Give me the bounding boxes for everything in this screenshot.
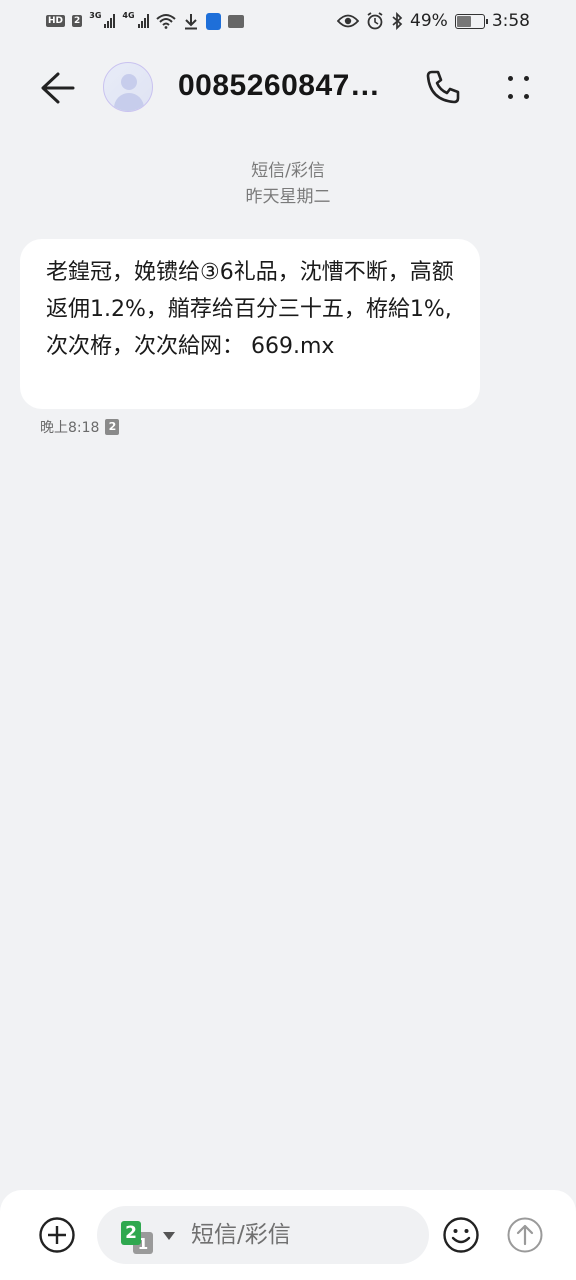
caret-down-icon (163, 1232, 175, 1240)
battery-percent: 49% (410, 11, 448, 31)
more-dot-icon (508, 76, 513, 81)
call-button[interactable] (424, 68, 462, 106)
smiley-icon (443, 1217, 479, 1253)
wifi-icon (155, 14, 176, 29)
hms-icon (227, 14, 244, 28)
avatar-body-shape (114, 93, 144, 111)
more-dot-icon (508, 94, 513, 99)
eye-icon (337, 14, 360, 28)
bulb-notification-icon (205, 12, 221, 30)
back-arrow-icon (41, 72, 75, 104)
more-options-button[interactable] (502, 70, 536, 106)
sim-indicator-icon: 2 (105, 419, 120, 435)
network-type-1: 3G (89, 10, 102, 20)
add-attachment-button[interactable] (38, 1216, 76, 1254)
emoji-button[interactable] (442, 1216, 480, 1254)
message-body: 老鍠冠，娩镄给③6礼品，沈慒不断，高额返佣1.2%，艏荐给百分三十五，栫給1%,… (46, 260, 454, 359)
message-meta: 晚上8:18 2 (40, 417, 120, 437)
bluetooth-icon (392, 12, 403, 30)
alarm-icon (367, 12, 383, 30)
thread-date-label: 昨天星期二 (245, 187, 331, 207)
sim-primary-icon: 2 (121, 1221, 141, 1245)
clock: 3:58 (491, 11, 530, 31)
battery-icon (454, 13, 488, 29)
sim-selector[interactable]: 1 2 (121, 1220, 177, 1254)
more-dot-icon (524, 94, 529, 99)
hd-badge: HD (46, 15, 66, 27)
compose-bar: 1 2 (0, 1190, 576, 1280)
message-input[interactable] (191, 1220, 411, 1250)
send-button[interactable] (506, 1216, 544, 1254)
message-time: 晚上8:18 (40, 420, 100, 436)
contact-avatar[interactable] (103, 62, 153, 112)
phone-icon (426, 70, 460, 104)
plus-circle-icon (39, 1217, 75, 1253)
send-arrow-icon (507, 1217, 543, 1253)
signal-icon-2 (137, 14, 149, 28)
incoming-message-bubble[interactable]: 老鍠冠，娩镄给③6礼品，沈慒不断，高额返佣1.2%，艏荐给百分三十五，栫給1%,… (20, 239, 480, 409)
status-right: 49% 3:58 (337, 11, 530, 31)
download-icon (184, 13, 197, 29)
back-button[interactable] (38, 70, 76, 106)
message-thread-screen: HD 2 3G 4G 49% 3:58 0085260847… 短信/彩信 昨天… (0, 0, 576, 1280)
more-dot-icon (524, 76, 529, 81)
avatar-head-shape (121, 74, 137, 90)
status-bar: HD 2 3G 4G 49% 3:58 (0, 0, 576, 42)
signal-icon (104, 14, 116, 28)
compose-field-container: 1 2 (97, 1206, 429, 1264)
sim-badge: 2 (72, 15, 83, 27)
battery-level (456, 15, 471, 27)
thread-channel-label: 短信/彩信 (251, 161, 325, 181)
thread-meta: 短信/彩信 昨天星期二 (0, 158, 576, 210)
network-type-2: 4G (122, 10, 135, 20)
contact-name[interactable]: 0085260847… (178, 69, 402, 103)
conversation-header: 0085260847… (0, 50, 576, 126)
status-left: HD 2 3G 4G (46, 10, 244, 30)
